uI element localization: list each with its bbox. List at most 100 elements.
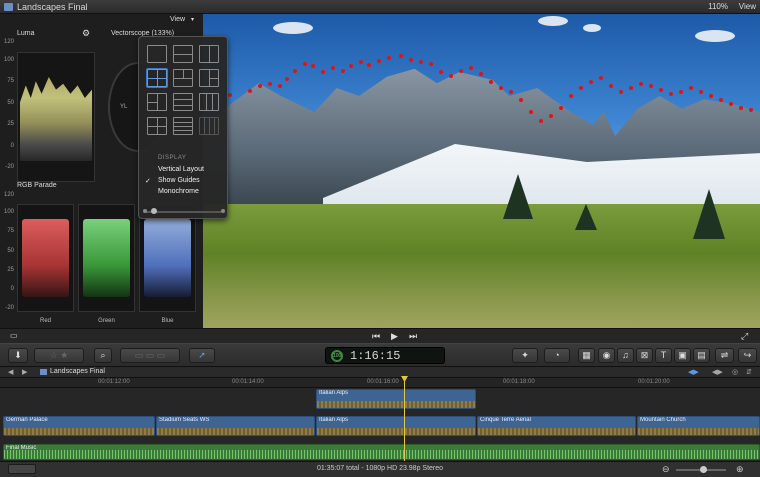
media-browser-icon[interactable]: ▦ <box>578 348 595 363</box>
timeline-ruler[interactable]: 00:01:12:00 00:01:14:00 00:01:16:00 00:0… <box>0 378 760 388</box>
transport-bar: ▭ ⏮ ▶ ⏭ ⤢ <box>0 328 760 343</box>
guide-marker <box>549 114 553 118</box>
parade-label-red: Red <box>39 318 51 324</box>
next-edit-button[interactable]: ⏭ <box>409 331 417 342</box>
viewer-view-menu[interactable]: View <box>739 2 756 11</box>
fullscreen-icon[interactable]: ⤢ <box>741 331 748 342</box>
guide-marker <box>589 80 593 84</box>
brightness-slider-knob[interactable] <box>151 208 157 214</box>
audio-skimming-icon[interactable]: ◀▶ <box>712 368 723 376</box>
timeline-forward-icon[interactable]: ▶ <box>22 368 27 376</box>
layout-single-icon[interactable] <box>147 45 167 63</box>
themes-icon[interactable]: ▤ <box>693 348 710 363</box>
zoom-out-icon[interactable]: ⊖ <box>662 464 670 475</box>
share-icon[interactable]: ↪ <box>738 348 757 363</box>
photos-icon[interactable]: ◉ <box>598 348 615 363</box>
guide-marker <box>258 84 262 88</box>
import-button[interactable]: ⬇ <box>8 348 28 363</box>
play-button[interactable]: ▶ <box>391 331 398 342</box>
guide-marker <box>303 62 307 66</box>
guide-marker <box>268 82 272 86</box>
generators-icon[interactable]: ▣ <box>674 348 691 363</box>
menu-item-vertical-layout[interactable]: Vertical Layout <box>158 166 204 173</box>
solo-icon[interactable]: ◎ <box>732 368 738 376</box>
timeline-header: ◀ ▶ Landscapes Final ◀▶ ◀▶ ◎ ⇵ <box>0 367 760 378</box>
clip-mountain-church[interactable]: Mountain Church <box>637 416 760 436</box>
timeline-back-icon[interactable]: ◀ <box>8 368 13 376</box>
inspector-icon[interactable]: ⇌ <box>715 348 734 363</box>
clip-stadium-seats-ws[interactable]: Stadium Seats WS <box>156 416 315 436</box>
luma-axis-label: 75 <box>7 78 14 84</box>
layout-two-columns-icon[interactable] <box>199 45 219 63</box>
zoom-menu[interactable]: 110% <box>708 2 728 11</box>
rgb-parade-title: RGB Parade <box>17 182 57 189</box>
parade-axis-label: 25 <box>7 267 14 273</box>
clip-label: German Palace <box>6 417 48 423</box>
previous-edit-button[interactable]: ⏮ <box>372 331 380 342</box>
guide-marker <box>629 86 633 90</box>
layout-left-split-icon[interactable] <box>199 69 219 87</box>
zoom-slider-knob[interactable] <box>700 466 707 473</box>
guide-marker <box>699 90 703 94</box>
layout-quad-icon[interactable] <box>147 69 167 87</box>
snapping-icon[interactable]: ⇵ <box>746 368 752 376</box>
guide-marker <box>519 98 523 102</box>
menu-item-show-guides[interactable]: Show Guides <box>158 177 200 184</box>
guide-marker <box>419 60 423 64</box>
parade-axis-label: 100 <box>3 209 14 215</box>
layout-four-columns-icon[interactable] <box>199 117 219 135</box>
layout-four-rows-icon[interactable] <box>173 117 193 135</box>
timeline-tracks[interactable]: Italian Alps German Palace Stadium Seats… <box>0 388 760 461</box>
guide-marker <box>321 70 325 74</box>
clip-connected-italian-alps[interactable]: Italian Alps <box>316 389 476 409</box>
layout-three-columns-icon[interactable] <box>199 93 219 111</box>
rating-buttons[interactable]: ☆ ★ <box>34 348 84 363</box>
guide-marker <box>569 94 573 98</box>
clip-label: Italian Alps <box>319 390 349 396</box>
zoom-in-icon[interactable]: ⊕ <box>736 464 744 475</box>
retime-button[interactable]: ◔ <box>544 348 570 363</box>
layout-two-rows-icon[interactable] <box>173 45 193 63</box>
clip-cinque-terre-aerial[interactable]: Cinque Terre Aerial <box>477 416 636 436</box>
parade-axis-label: 75 <box>7 228 14 234</box>
enhance-button[interactable]: ✦ <box>512 348 538 363</box>
clip-final-music[interactable]: Final Music <box>3 444 760 460</box>
clip-italian-alps[interactable]: Italian Alps <box>316 416 476 436</box>
transitions-icon[interactable]: ⊠ <box>636 348 653 363</box>
guide-marker <box>599 76 603 80</box>
scopes-view-menu[interactable]: View <box>170 16 185 23</box>
layout-four-grid-icon[interactable] <box>147 117 167 135</box>
clip-german-palace[interactable]: German Palace <box>3 416 155 436</box>
parade-green-channel <box>78 204 135 312</box>
guide-marker <box>609 84 613 88</box>
search-icon[interactable]: ⌕ <box>94 348 112 363</box>
layout-three-rows-icon[interactable] <box>173 93 193 111</box>
project-name: Landscapes Final <box>50 368 105 375</box>
select-tool-button[interactable]: ➚ <box>189 348 215 363</box>
skimming-icon[interactable]: ◀▶ <box>688 368 699 376</box>
edit-buttons[interactable]: ▭ ▭ ▭ <box>120 348 180 363</box>
guide-marker <box>559 106 563 110</box>
chevron-down-icon[interactable]: ▾ <box>191 16 194 23</box>
viewer-image[interactable] <box>203 14 760 328</box>
guide-marker <box>377 59 381 63</box>
layout-top-split-icon[interactable] <box>173 69 193 87</box>
ruler-tick: 00:01:14:00 <box>232 379 264 385</box>
guide-marker <box>479 72 483 76</box>
music-icon[interactable]: ♫ <box>617 348 634 363</box>
parade-blue-channel <box>139 204 196 312</box>
guide-marker <box>341 69 345 73</box>
guide-marker <box>669 92 673 96</box>
gear-icon[interactable]: ⚙ <box>82 28 90 39</box>
project-icon <box>40 369 47 375</box>
ruler-tick: 00:01:20:00 <box>638 379 670 385</box>
guide-marker <box>639 82 643 86</box>
viewer-format-icon[interactable]: ▭ <box>10 331 18 340</box>
title-bar: Landscapes Final 110% View <box>0 0 760 14</box>
layout-three-split-icon[interactable] <box>147 93 167 111</box>
titles-icon[interactable]: T <box>655 348 672 363</box>
status-bar: 01:35:07 total - 1080p HD 23.98p Stereo … <box>0 461 760 477</box>
playhead[interactable] <box>404 376 405 463</box>
menu-item-monochrome[interactable]: Monochrome <box>158 188 199 195</box>
dashboard-timecode[interactable]: 100 1:16:15 <box>325 347 445 364</box>
